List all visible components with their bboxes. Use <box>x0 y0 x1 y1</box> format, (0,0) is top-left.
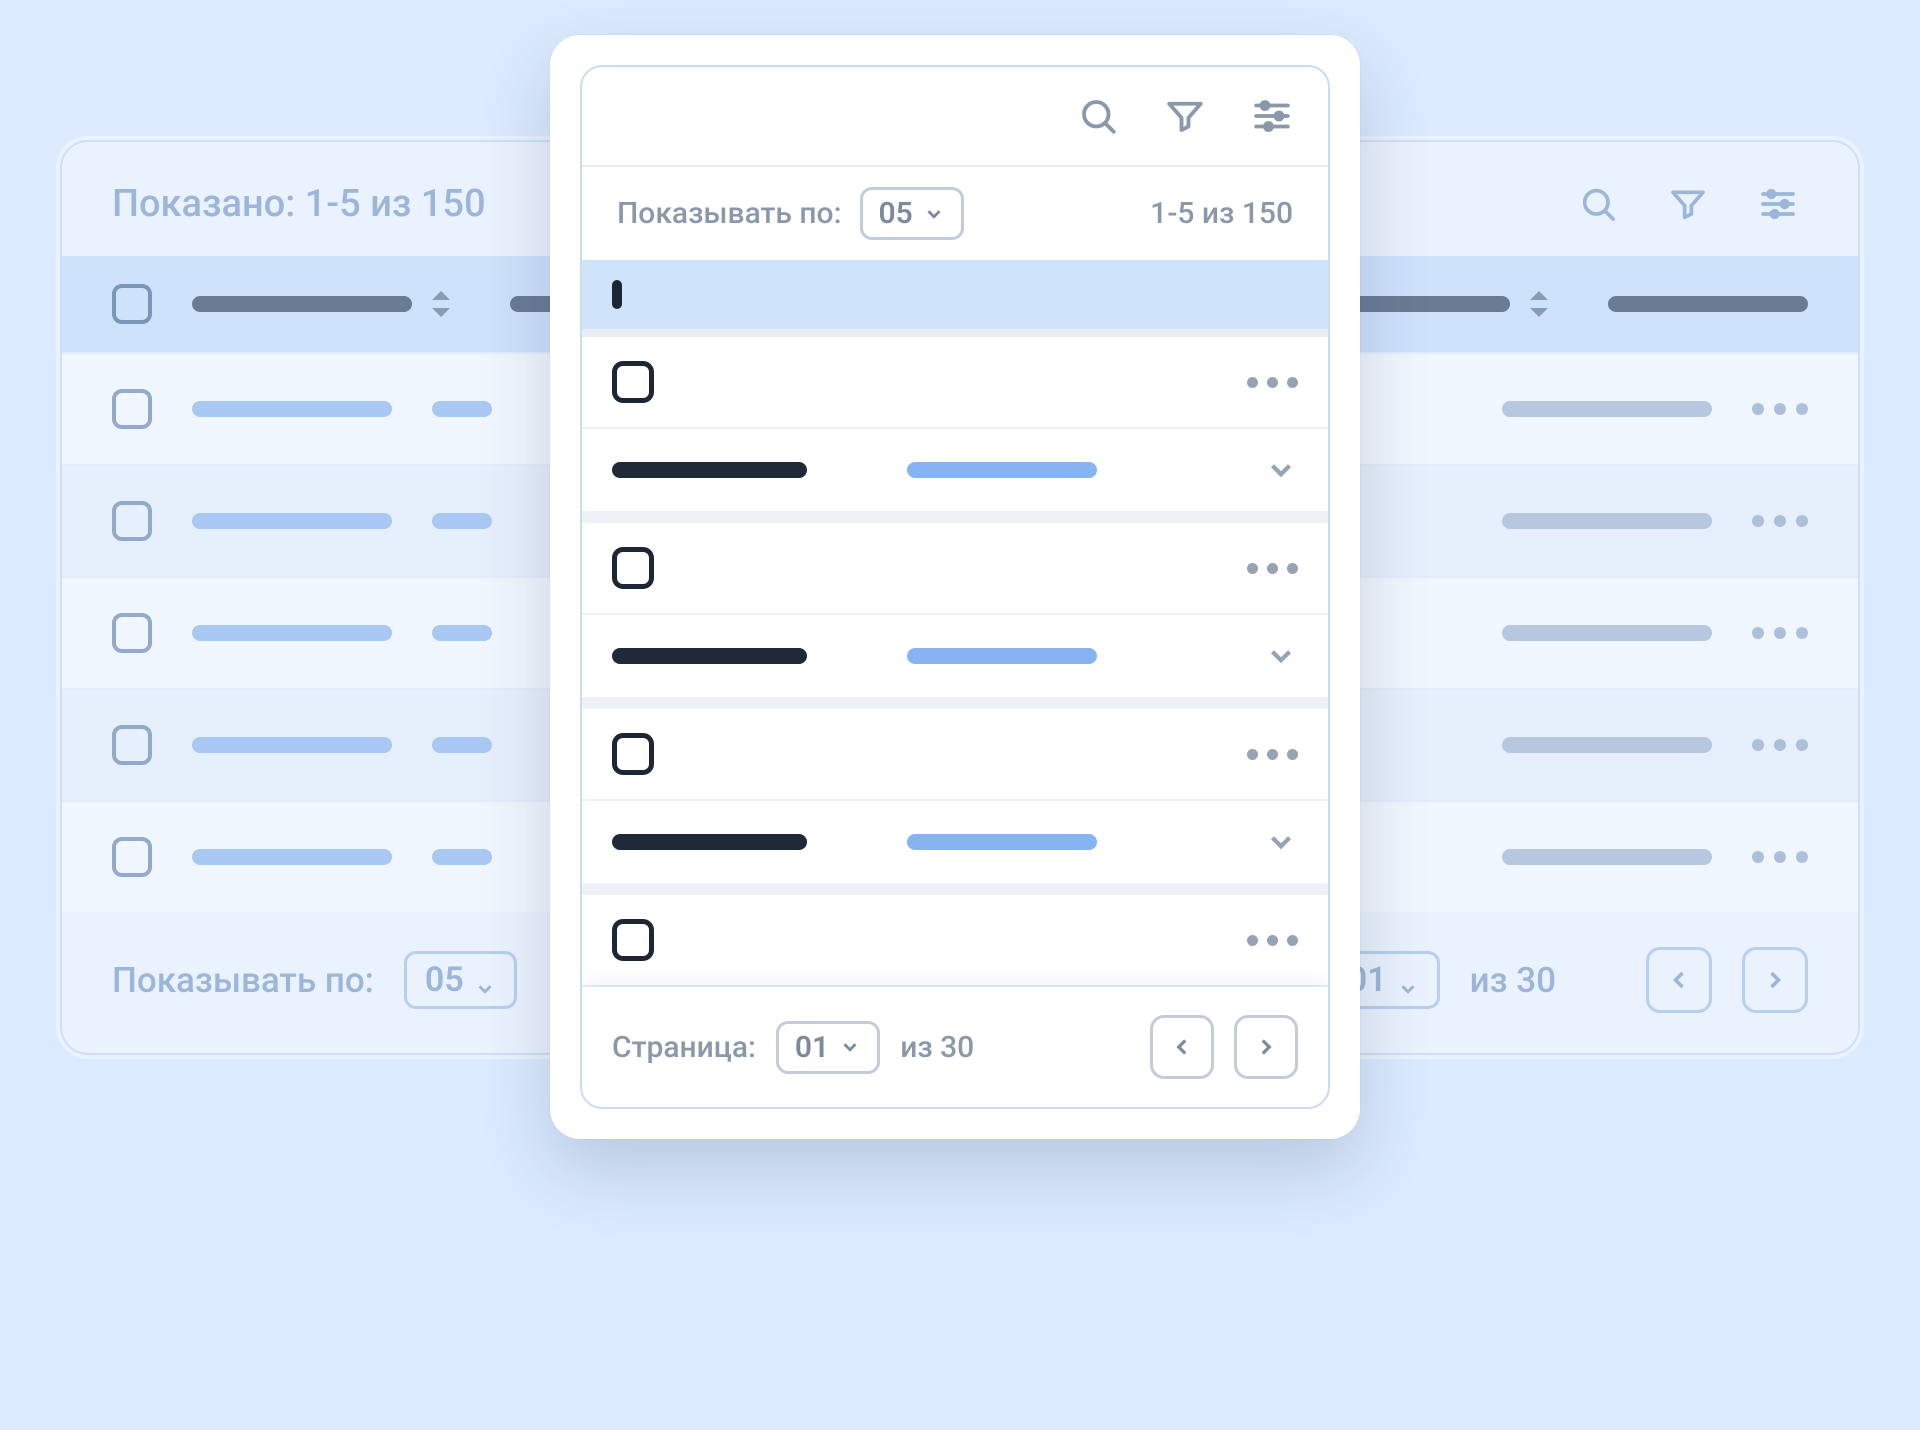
row-checkbox[interactable] <box>612 919 654 961</box>
list-item <box>582 895 1328 985</box>
more-actions-icon[interactable] <box>1752 515 1808 527</box>
select-all-checkbox[interactable] <box>112 284 152 324</box>
page-select[interactable]: 01 <box>776 1021 880 1074</box>
more-actions-icon[interactable] <box>1247 563 1298 574</box>
per-page-label: Показывать по: <box>617 196 842 231</box>
select-all-checkbox[interactable] <box>612 280 622 309</box>
list-item <box>582 523 1328 709</box>
cell-link[interactable] <box>432 737 492 753</box>
mobile-toolbar <box>582 67 1328 165</box>
page-total: из 30 <box>900 1030 974 1065</box>
more-actions-icon[interactable] <box>1752 403 1808 415</box>
cell-link[interactable] <box>432 401 492 417</box>
list-item <box>582 709 1328 895</box>
mobile-subbar: Показывать по: 05 1-5 из 150 <box>582 165 1328 260</box>
cell-text <box>1502 625 1712 641</box>
mobile-table-header <box>582 260 1328 337</box>
more-actions-icon[interactable] <box>1247 749 1298 760</box>
row-checkbox[interactable] <box>612 547 654 589</box>
mobile-card: Показывать по: 05 1-5 из 150 <box>550 35 1360 1139</box>
prev-page-button[interactable] <box>1150 1015 1214 1079</box>
sort-icon[interactable] <box>1530 291 1548 317</box>
column-header[interactable] <box>1608 296 1808 312</box>
row-checkbox[interactable] <box>112 725 152 765</box>
filter-icon[interactable] <box>1668 184 1708 224</box>
range-label: 1-5 из 150 <box>1150 196 1293 231</box>
row-checkbox[interactable] <box>112 501 152 541</box>
more-actions-icon[interactable] <box>1752 851 1808 863</box>
cell-link[interactable] <box>907 834 1097 850</box>
per-page-label: Показывать по: <box>112 960 374 1001</box>
cell-link[interactable] <box>192 625 392 641</box>
page-total: из 30 <box>1470 960 1556 1001</box>
cell-text <box>1502 849 1712 865</box>
cell-link[interactable] <box>192 849 392 865</box>
cell-link[interactable] <box>192 737 392 753</box>
cell-text <box>612 834 807 850</box>
cell-text <box>1502 737 1712 753</box>
cell-link[interactable] <box>907 648 1097 664</box>
settings-sliders-icon[interactable] <box>1251 95 1293 137</box>
cell-text <box>1502 513 1712 529</box>
next-page-button[interactable] <box>1234 1015 1298 1079</box>
row-checkbox[interactable] <box>112 837 152 877</box>
column-header[interactable] <box>192 296 412 312</box>
chevron-down-icon[interactable] <box>1264 639 1298 673</box>
prev-page-button[interactable] <box>1646 947 1712 1013</box>
row-checkbox[interactable] <box>112 389 152 429</box>
row-checkbox[interactable] <box>612 361 654 403</box>
next-page-button[interactable] <box>1742 947 1808 1013</box>
cell-text <box>612 462 807 478</box>
row-checkbox[interactable] <box>112 613 152 653</box>
cell-text <box>612 648 807 664</box>
cell-link[interactable] <box>192 401 392 417</box>
page-label: Страница: <box>612 1030 756 1065</box>
cell-text <box>1502 401 1712 417</box>
per-page-select[interactable]: 05 <box>404 951 517 1009</box>
chevron-down-icon[interactable] <box>1264 825 1298 859</box>
filter-icon[interactable] <box>1164 95 1206 137</box>
more-actions-icon[interactable] <box>1247 377 1298 388</box>
search-icon[interactable] <box>1578 184 1618 224</box>
cell-link[interactable] <box>907 462 1097 478</box>
cell-link[interactable] <box>432 513 492 529</box>
sort-icon[interactable] <box>432 291 450 317</box>
cell-link[interactable] <box>432 849 492 865</box>
chevron-down-icon[interactable] <box>1264 453 1298 487</box>
per-page-select[interactable]: 05 <box>860 187 964 240</box>
cell-link[interactable] <box>432 625 492 641</box>
row-checkbox[interactable] <box>612 733 654 775</box>
more-actions-icon[interactable] <box>1247 935 1298 946</box>
cell-link[interactable] <box>192 513 392 529</box>
search-icon[interactable] <box>1077 95 1119 137</box>
desktop-summary: Показано: 1-5 из 150 <box>112 182 486 226</box>
settings-sliders-icon[interactable] <box>1758 184 1798 224</box>
mobile-pagination: Страница: 01 из 30 <box>582 987 1328 1107</box>
more-actions-icon[interactable] <box>1752 739 1808 751</box>
list-item <box>582 337 1328 523</box>
more-actions-icon[interactable] <box>1752 627 1808 639</box>
